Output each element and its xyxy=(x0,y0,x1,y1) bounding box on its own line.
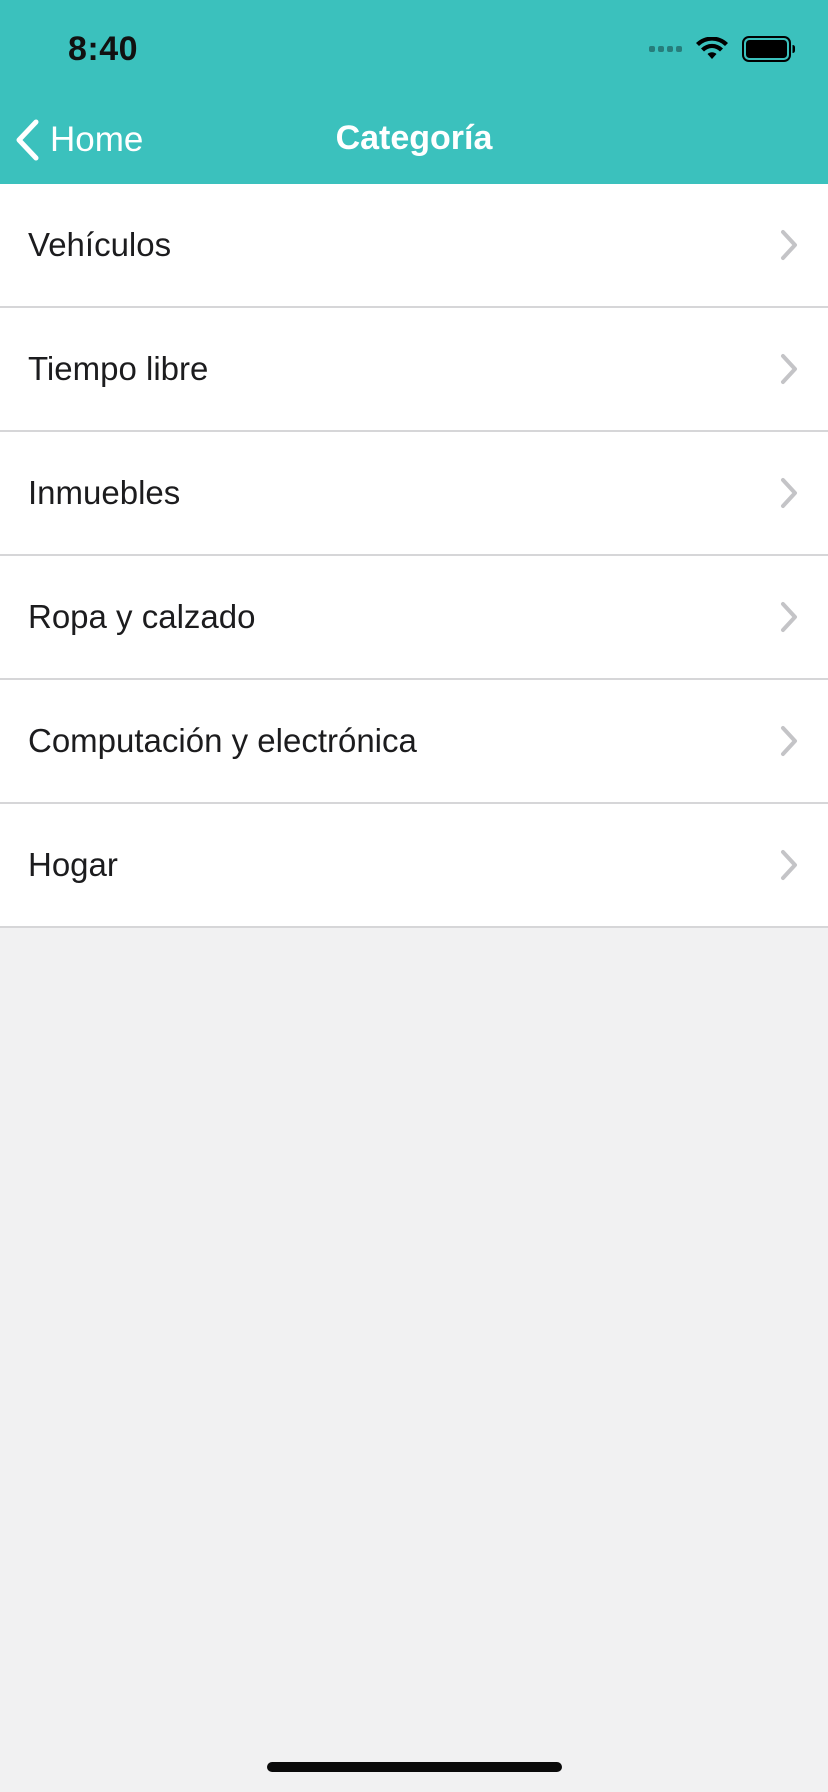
signal-icon xyxy=(649,46,682,52)
chevron-right-icon xyxy=(781,726,797,756)
category-label: Vehículos xyxy=(28,226,172,263)
category-label: Ropa y calzado xyxy=(28,598,256,635)
home-indicator[interactable] xyxy=(267,1762,562,1772)
battery-icon xyxy=(742,36,795,62)
page-title: Categoría xyxy=(335,119,493,157)
category-item-computacion-y-electronica[interactable]: Computación y electrónica xyxy=(0,680,828,804)
category-label: Tiempo libre xyxy=(28,350,209,387)
navigation-bar: 8:40 Home Categoría xyxy=(0,0,828,184)
category-label: Inmuebles xyxy=(28,474,181,511)
chevron-right-icon xyxy=(781,602,797,632)
chevron-right-icon xyxy=(781,354,797,384)
category-item-ropa-y-calzado[interactable]: Ropa y calzado xyxy=(0,556,828,680)
category-item-inmuebles[interactable]: Inmuebles xyxy=(0,432,828,556)
wifi-icon xyxy=(696,37,728,59)
category-list: Vehículos Tiempo libre Inmuebles Ropa y … xyxy=(0,184,828,928)
category-label: Computación y electrónica xyxy=(28,722,417,759)
chevron-right-icon xyxy=(781,850,797,880)
category-label: Hogar xyxy=(28,846,118,883)
category-item-tiempo-libre[interactable]: Tiempo libre xyxy=(0,308,828,432)
category-item-hogar[interactable]: Hogar xyxy=(0,804,828,928)
chevron-right-icon xyxy=(781,478,797,508)
category-item-vehiculos[interactable]: Vehículos xyxy=(0,184,828,308)
status-icons xyxy=(649,34,796,64)
chevron-right-icon xyxy=(781,230,797,260)
status-time: 8:40 xyxy=(68,30,139,68)
